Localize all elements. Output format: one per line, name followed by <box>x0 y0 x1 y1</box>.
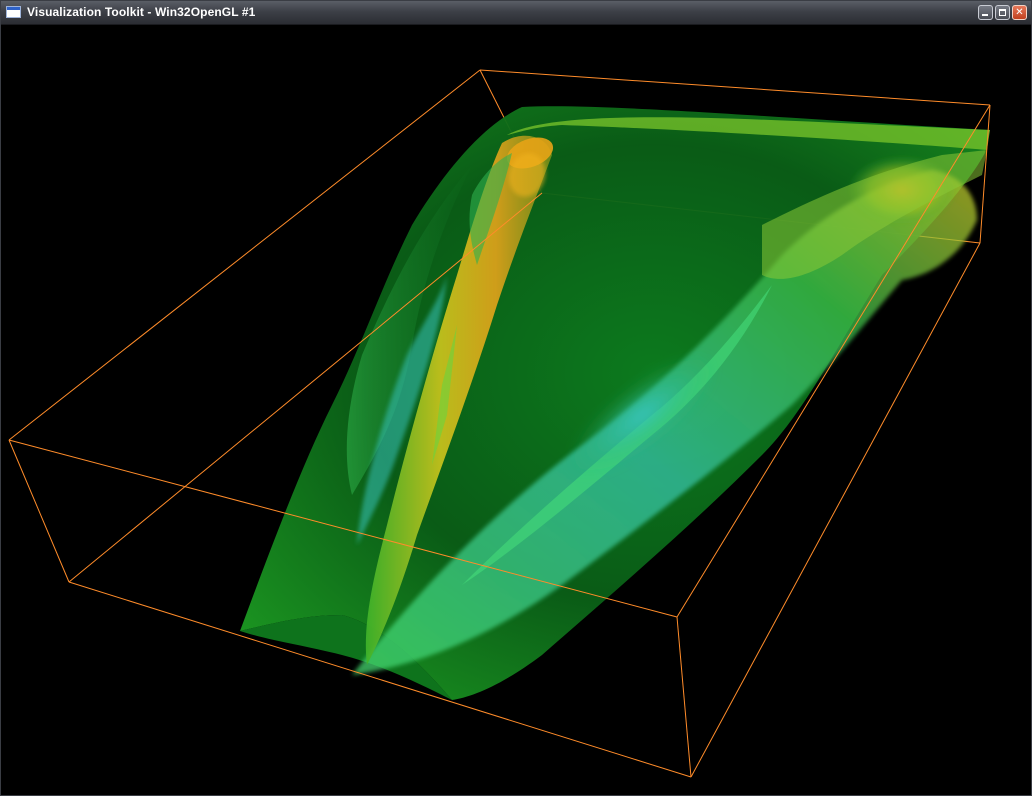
render-viewport[interactable] <box>2 25 1031 795</box>
minimize-icon <box>982 14 988 16</box>
window-title: Visualization Toolkit - Win32OpenGL #1 <box>27 5 256 19</box>
close-button[interactable]: ✕ <box>1012 5 1027 20</box>
vtk-render-window: Visualization Toolkit - Win32OpenGL #1 ✕ <box>0 0 1032 796</box>
volume-rendering-scene <box>8 69 991 778</box>
vtk-window-icon[interactable] <box>6 6 21 18</box>
minimize-button[interactable] <box>978 5 993 20</box>
close-icon: ✕ <box>1015 7 1024 18</box>
maximize-icon <box>999 9 1006 16</box>
maximize-button[interactable] <box>995 5 1010 20</box>
title-bar[interactable]: Visualization Toolkit - Win32OpenGL #1 ✕ <box>1 1 1031 25</box>
